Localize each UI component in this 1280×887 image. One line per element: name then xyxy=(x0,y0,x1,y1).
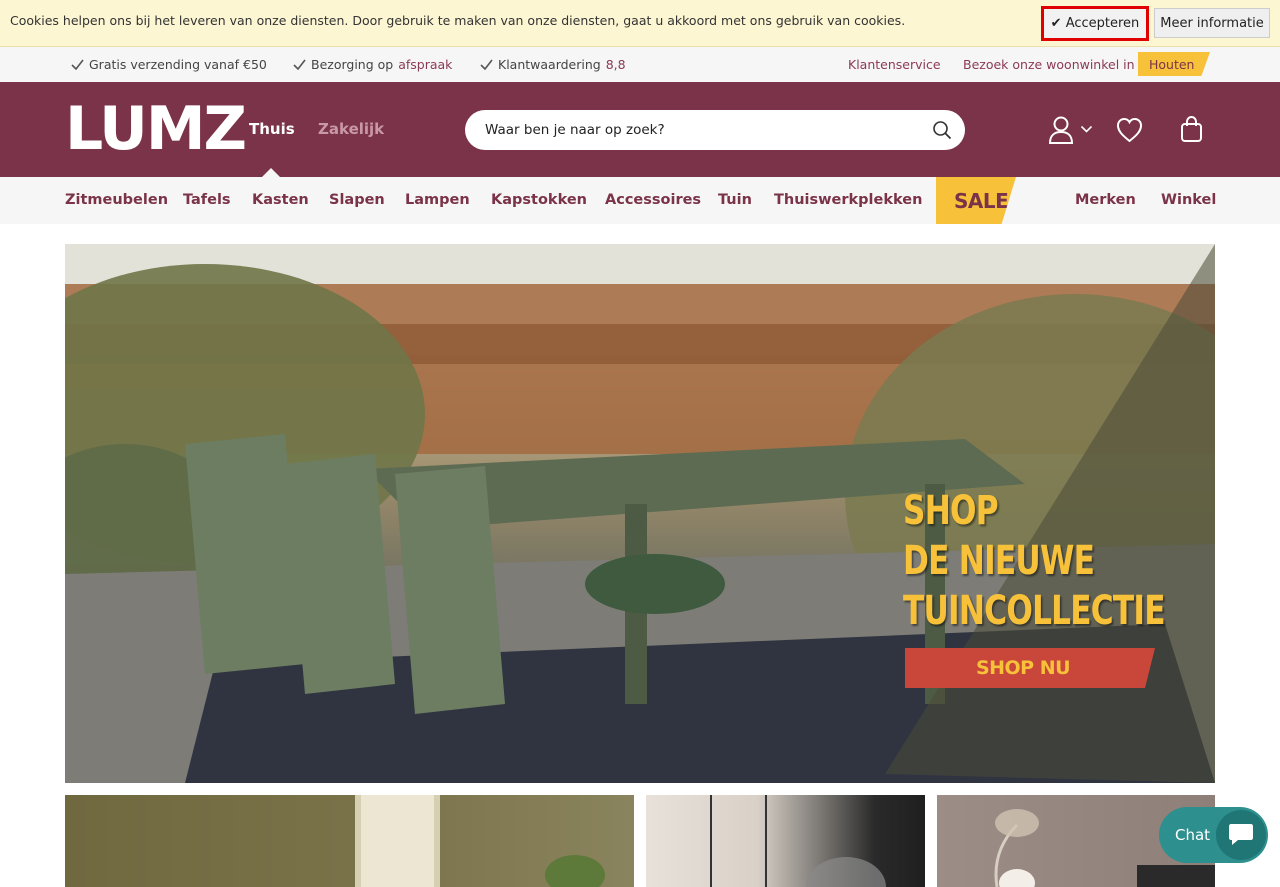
hero-banner[interactable]: SHOP DE NIEUWE TUINCOLLECTIE SHOP NU xyxy=(65,244,1215,783)
store-city-badge[interactable]: Houten xyxy=(1138,52,1210,76)
search-icon[interactable] xyxy=(932,120,952,140)
category-tile[interactable] xyxy=(65,795,634,887)
account-icon[interactable] xyxy=(1047,115,1075,145)
usp-delivery: Bezorging op afspraak xyxy=(293,57,452,72)
hero-title-line2: DE NIEUWE xyxy=(903,538,1095,584)
usp-rating-value[interactable]: 8,8 xyxy=(606,57,626,72)
nav-item-kasten[interactable]: Kasten xyxy=(252,192,309,208)
usp-rating-label: Klantwaardering xyxy=(498,57,601,72)
usp-rating: Klantwaardering 8,8 xyxy=(480,57,626,72)
shop-now-button[interactable]: SHOP NU xyxy=(905,648,1155,688)
nav-item-winkel[interactable]: Winkel xyxy=(1161,192,1216,208)
hero-title-line3: TUINCOLLECTIE xyxy=(903,588,1166,634)
cookie-message: Cookies helpen ons bij het leveren van o… xyxy=(10,13,906,28)
check-icon xyxy=(293,59,306,70)
chat-icon xyxy=(1229,824,1253,845)
site-logo[interactable]: LUMZ xyxy=(65,99,247,159)
check-icon xyxy=(71,59,84,70)
more-info-button[interactable]: Meer informatie xyxy=(1154,8,1270,38)
usp-delivery-link[interactable]: afspraak xyxy=(398,57,452,72)
nav-item-tuin[interactable]: Tuin xyxy=(718,192,752,208)
cookie-bar: Cookies helpen ons bij het leveren van o… xyxy=(0,0,1280,47)
heart-icon[interactable] xyxy=(1116,117,1143,143)
shopping-bag-icon[interactable] xyxy=(1180,115,1203,143)
category-tile[interactable] xyxy=(646,795,925,887)
hero-title-line1: SHOP xyxy=(903,488,999,534)
usp-bar: Gratis verzending vanaf €50 Bezorging op… xyxy=(0,47,1280,82)
accept-cookies-button[interactable]: ✔ Accepteren xyxy=(1041,6,1149,41)
site-header: LUMZ Thuis Zakelijk xyxy=(0,82,1280,177)
search-input[interactable] xyxy=(465,110,965,150)
nav-item-tafels[interactable]: Tafels xyxy=(183,192,231,208)
tab-thuis[interactable]: Thuis xyxy=(249,120,295,138)
check-icon xyxy=(480,59,493,70)
usp-free-shipping-label: Gratis verzending vanaf €50 xyxy=(89,57,267,72)
tab-zakelijk[interactable]: Zakelijk xyxy=(318,120,384,138)
nav-item-zitmeubelen[interactable]: Zitmeubelen xyxy=(65,192,168,208)
chat-bubble-icon[interactable] xyxy=(1216,810,1266,860)
nav-item-kapstokken[interactable]: Kapstokken xyxy=(491,192,587,208)
hero-image xyxy=(65,244,1215,783)
nav-item-slapen[interactable]: Slapen xyxy=(329,192,385,208)
chevron-down-icon[interactable] xyxy=(1080,124,1093,134)
customer-service-link[interactable]: Klantenservice xyxy=(848,57,941,72)
nav-item-lampen[interactable]: Lampen xyxy=(405,192,470,208)
chat-label: Chat xyxy=(1175,826,1211,844)
tile-image xyxy=(355,795,605,887)
visit-store-link[interactable]: Bezoek onze woonwinkel in xyxy=(963,57,1135,72)
nav-item-sale[interactable]: SALE xyxy=(936,177,1016,224)
nav-item-accessoires[interactable]: Accessoires xyxy=(605,192,701,208)
nav-item-thuiswerkplekken[interactable]: Thuiswerkplekken xyxy=(774,192,922,208)
active-tab-indicator xyxy=(262,168,280,177)
usp-free-shipping: Gratis verzending vanaf €50 xyxy=(71,57,267,72)
tile-image xyxy=(710,795,886,887)
usp-delivery-label: Bezorging op xyxy=(311,57,394,72)
nav-item-merken[interactable]: Merken xyxy=(1075,192,1136,208)
category-nav: Zitmeubelen Tafels Kasten Slapen Lampen … xyxy=(0,177,1280,224)
